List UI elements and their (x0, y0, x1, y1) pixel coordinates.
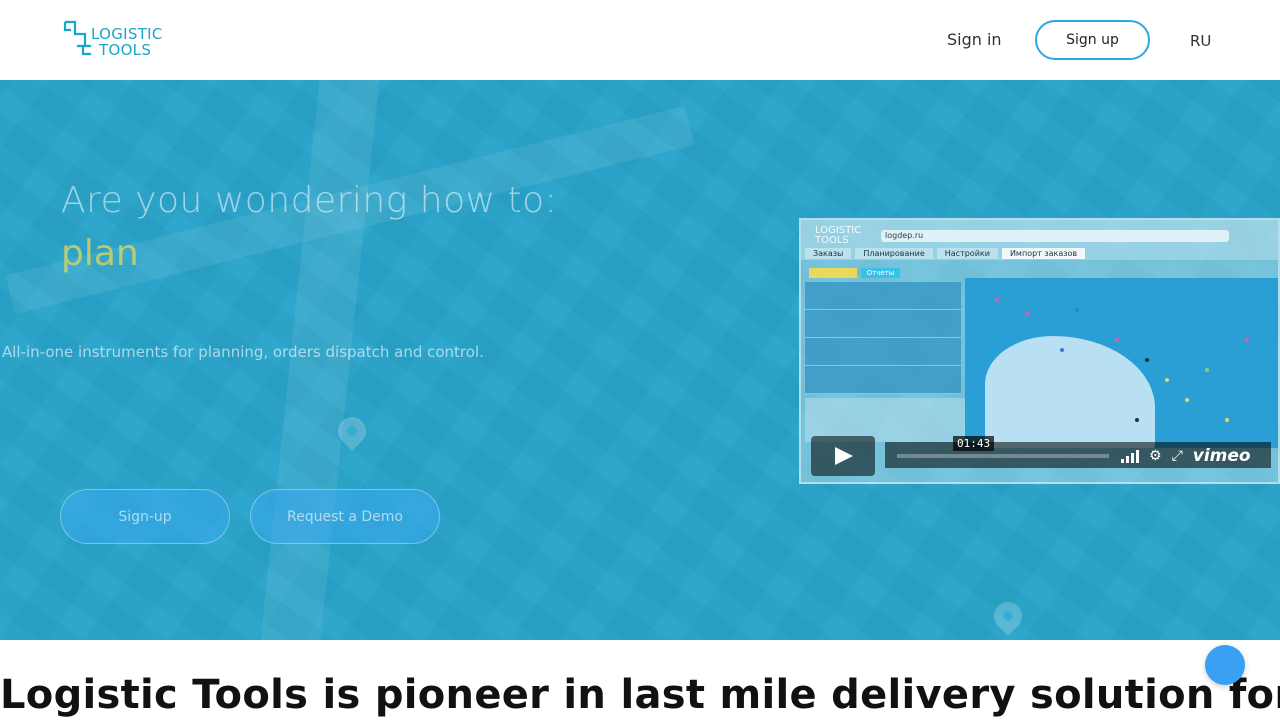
logistic-tools-logo[interactable]: LOGISTIC TOOLS (63, 20, 168, 58)
video-app-url: logdep.ru (881, 230, 1229, 242)
video-app-tab: Планирование (855, 248, 933, 259)
video-controls: 01:43 ⚙ ⤢ vimeo (811, 436, 1271, 476)
video-logo-line-2: TOOLS (815, 235, 849, 246)
video-app-chip-reports: Отчеты (860, 268, 901, 278)
video-seek-track[interactable] (897, 454, 1109, 458)
video-map-land (985, 336, 1155, 448)
section-headline: Logistic Tools is pioneer in last mile d… (0, 672, 1280, 718)
volume-icon[interactable] (1121, 449, 1139, 463)
vimeo-logo[interactable]: vimeo (1193, 446, 1251, 466)
video-app-chip (809, 268, 857, 278)
hero-section: Are you wondering how to: plan All-in-on… (0, 80, 1280, 640)
hero-rotating-word: plan (61, 233, 139, 274)
video-app-logo: LOGISTIC TOOLS (815, 226, 861, 246)
chat-widget-button[interactable] (1205, 645, 1245, 685)
video-app-subbar: Отчеты (809, 268, 901, 278)
logo-mark-icon (63, 20, 91, 56)
play-icon[interactable] (811, 436, 875, 476)
video-app-tab: Заказы (805, 248, 852, 259)
logo-line-1: LOGISTIC (91, 25, 163, 43)
hero-subtitle: All-in-one instruments for planning, ord… (2, 343, 484, 361)
sign-up-button[interactable]: Sign up (1035, 20, 1150, 60)
demo-video-player[interactable]: LOGISTIC TOOLS logdep.ru Заказы Планиров… (799, 218, 1280, 484)
video-progress-bar[interactable]: 01:43 ⚙ ⤢ vimeo (885, 436, 1271, 468)
map-pin-icon (988, 596, 1028, 636)
logo-line-2: TOOLS (99, 41, 152, 59)
hero-sign-up-button[interactable]: Sign-up (60, 489, 230, 544)
site-header: LOGISTIC TOOLS Sign in Sign up RU (0, 0, 1280, 80)
request-demo-button[interactable]: Request a Demo (250, 489, 440, 544)
video-app-map (965, 278, 1278, 448)
video-app-tab: Настройки (936, 248, 998, 259)
video-app-order-table (805, 282, 961, 394)
language-switch[interactable]: RU (1190, 32, 1211, 50)
sign-in-link[interactable]: Sign in (947, 30, 1002, 49)
video-timecode: 01:43 (953, 436, 995, 451)
hero-title: Are you wondering how to: (61, 180, 558, 221)
video-app-tab-active: Импорт заказов (1001, 248, 1086, 259)
settings-gear-icon[interactable]: ⚙ (1149, 448, 1162, 464)
fullscreen-icon[interactable]: ⤢ (1172, 448, 1183, 464)
logo-text: LOGISTIC TOOLS (91, 26, 163, 58)
video-app-tabs: Заказы Планирование Настройки Импорт зак… (805, 248, 1086, 259)
video-control-icons: ⚙ ⤢ vimeo (1121, 446, 1251, 466)
